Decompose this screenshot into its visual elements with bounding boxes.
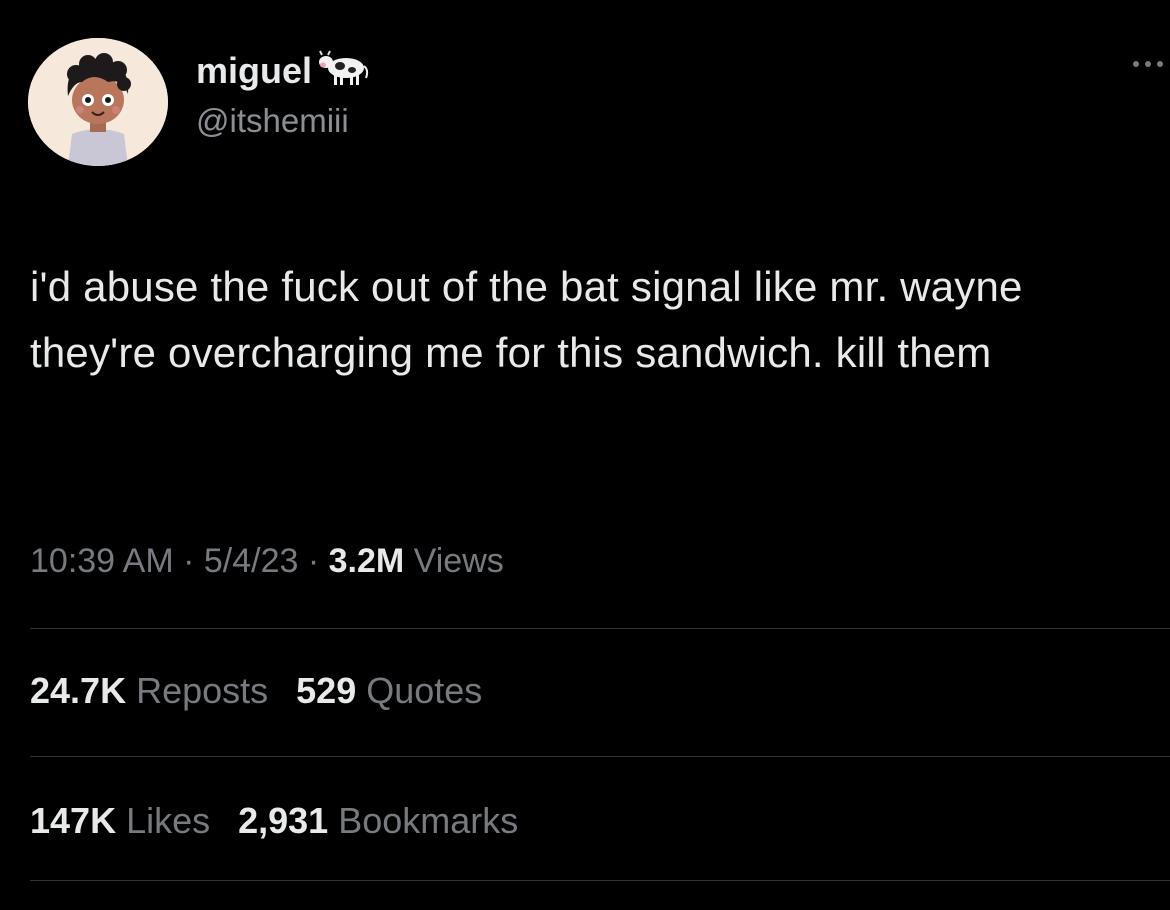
- tweet-text: i'd abuse the fuck out of the bat signal…: [30, 263, 1023, 376]
- tweet-meta: 10:39 AM · 5/4/23 · 3.2M Views: [30, 542, 504, 581]
- tweet-time[interactable]: 10:39 AM: [30, 542, 174, 580]
- author-handle[interactable]: @itshemiii: [196, 102, 349, 140]
- tweet-date[interactable]: 5/4/23: [204, 542, 299, 580]
- bookmarks-stat[interactable]: 2,931 Bookmarks: [238, 800, 518, 842]
- reposts-stat[interactable]: 24.7K Reposts: [30, 670, 268, 712]
- divider: [30, 880, 1170, 881]
- views-count: 3.2M: [328, 542, 405, 580]
- bookmarks-label: Bookmarks: [328, 800, 519, 841]
- cow-emoji-icon: [318, 48, 370, 97]
- divider: [30, 756, 1170, 757]
- quotes-count: 529: [296, 670, 357, 711]
- avatar[interactable]: [28, 38, 168, 166]
- views-label: Views: [404, 542, 504, 580]
- likes-stat[interactable]: 147K Likes: [30, 800, 210, 842]
- stats-row-likes-bookmarks: 147K Likes 2,931 Bookmarks: [30, 800, 518, 842]
- reposts-count: 24.7K: [30, 670, 127, 711]
- cartoon-boy-avatar-icon: [28, 38, 168, 166]
- likes-label: Likes: [116, 800, 211, 841]
- bookmarks-count: 2,931: [238, 800, 329, 841]
- meta-separator: ·: [173, 542, 204, 580]
- reposts-label: Reposts: [126, 670, 269, 711]
- author-name-text: miguel: [196, 49, 313, 91]
- author-display-name[interactable]: miguel: [196, 44, 370, 97]
- stats-row-reposts-quotes: 24.7K Reposts 529 Quotes: [30, 670, 482, 712]
- divider: [30, 628, 1170, 629]
- tweet-card: miguel @itshemiii i'd abuse the fuck out…: [0, 0, 1170, 910]
- meta-separator: ·: [298, 542, 329, 580]
- likes-count: 147K: [30, 800, 117, 841]
- more-options-icon[interactable]: [1128, 52, 1170, 76]
- quotes-stat[interactable]: 529 Quotes: [296, 670, 482, 712]
- quotes-label: Quotes: [356, 670, 483, 711]
